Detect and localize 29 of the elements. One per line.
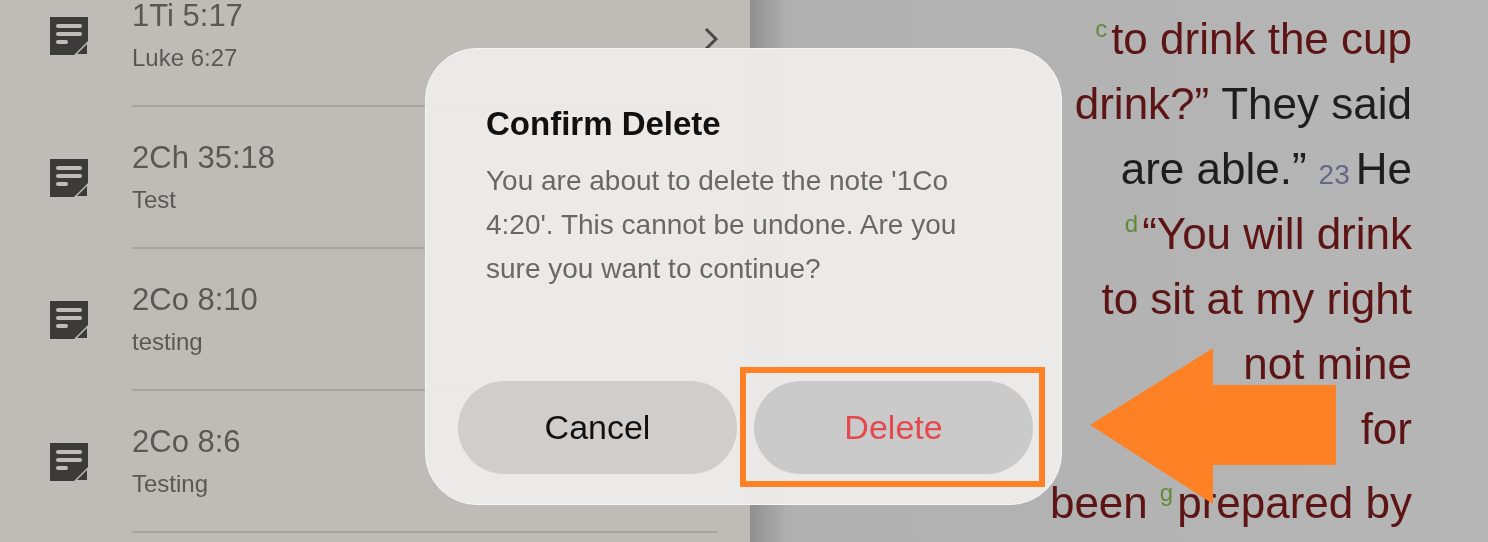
verse-number: 23 <box>1318 158 1350 192</box>
delete-button[interactable]: Delete <box>754 381 1033 474</box>
note-icon <box>50 443 88 481</box>
scripture-text: to sit at my right <box>1101 273 1412 325</box>
note-subtitle: Luke 6:27 <box>132 44 239 72</box>
chevron-icon <box>704 27 718 51</box>
scripture-text: He <box>1355 143 1412 195</box>
scripture-text: drink?” <box>1074 78 1210 130</box>
footnote-mark: c <box>1095 14 1108 44</box>
note-subtitle: Testing <box>132 470 210 498</box>
note-subtitle: Test <box>132 186 177 214</box>
scripture-text: been <box>1049 477 1148 529</box>
note-subtitle: testing <box>132 328 204 356</box>
scripture-text: are able.” <box>1120 143 1307 195</box>
note-icon <box>50 17 88 55</box>
scripture-text: not mine <box>1243 338 1412 390</box>
footnote-mark: g <box>1159 478 1174 508</box>
scripture-text: They said <box>1221 78 1412 130</box>
note-icon <box>50 301 88 339</box>
dialog-message: You are about to delete the note '1Co 4:20'. This cannot be undone. Are you sure you want to continue? <box>486 164 958 286</box>
cancel-button[interactable]: Cancel <box>458 381 737 474</box>
scripture-text: prepared by <box>1177 477 1412 529</box>
dialog-title: Confirm Delete <box>486 105 721 143</box>
scripture-text: “You will drink <box>1142 208 1412 260</box>
note-title[interactable]: 1Ti 5:17 <box>132 0 718 34</box>
scripture-text: for <box>1360 403 1412 455</box>
note-icon <box>50 159 88 197</box>
footnote-mark: d <box>1124 209 1139 239</box>
scripture-text: to drink the cup <box>1111 13 1412 65</box>
